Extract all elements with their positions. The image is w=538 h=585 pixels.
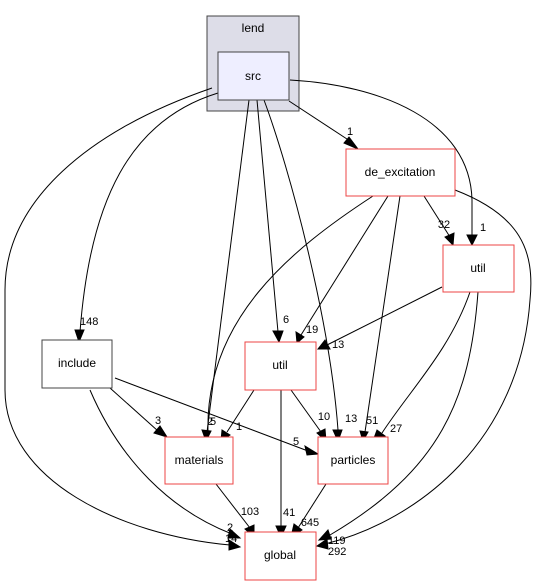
node-materials-label: materials (175, 453, 224, 467)
edge-label: 292 (328, 546, 346, 558)
node-de_excitation[interactable]: de_excitation (345, 148, 456, 197)
arrow-head (304, 444, 320, 456)
edge-label: 1 (480, 222, 486, 234)
edge-label: 10 (318, 411, 330, 423)
edge-label: 6 (283, 314, 289, 326)
arrow-head (295, 331, 305, 345)
edge-de_excitation-util_top[interactable]: 32 (423, 195, 455, 247)
edge-label: 19 (306, 324, 318, 336)
edge-label: 27 (390, 423, 402, 435)
arrow-head (272, 330, 284, 344)
edge-src-materials[interactable]: 2 (201, 99, 250, 443)
edge-label: 645 (301, 517, 319, 529)
edge-label: 148 (80, 316, 98, 328)
edge-label: 5 (210, 416, 216, 428)
edge-util_mid-materials[interactable]: 1 (220, 389, 255, 442)
edge-label: 3 (155, 415, 161, 427)
edge-include-materials[interactable]: 3 (109, 387, 169, 438)
node-util-top-label: util (470, 261, 485, 275)
dependency-graph: lend 1 1 148 6 2 13 14 32 19 5 51 292 13… (4, 15, 532, 581)
edge-src-include[interactable]: 148 (74, 92, 219, 344)
edge-util_mid-global[interactable]: 41 (275, 390, 295, 539)
edge-src-de_excitation[interactable]: 1 (288, 100, 360, 151)
edge-util_top-global[interactable]: 119 (317, 291, 479, 547)
node-particles[interactable]: particles (317, 436, 389, 485)
edge-materials-global[interactable]: 103 (215, 483, 259, 539)
node-de_excitation-label: de_excitation (365, 165, 436, 179)
node-global-label: global (264, 548, 296, 562)
node-materials[interactable]: materials (164, 436, 234, 485)
node-src-label: src (245, 69, 261, 83)
node-global[interactable]: global (244, 531, 317, 581)
node-util-mid[interactable]: util (244, 341, 317, 391)
node-include[interactable]: include (41, 339, 113, 389)
edge-label: 119 (328, 535, 346, 547)
edge-label: 1 (236, 421, 242, 433)
node-include-label: include (58, 356, 96, 370)
node-util-mid-label: util (272, 358, 287, 372)
edge-label: 103 (241, 506, 259, 518)
edge-util_mid-particles[interactable]: 10 (290, 389, 330, 443)
node-util-top[interactable]: util (442, 244, 515, 293)
cluster-lend-label: lend (242, 21, 265, 35)
arrow-head (466, 234, 478, 247)
arrow-head (153, 425, 169, 438)
edge-src-util_mid[interactable]: 6 (256, 99, 289, 344)
edge-label: 13 (345, 413, 357, 425)
node-particles-label: particles (331, 453, 376, 467)
nodes: src de_excitation util include util mate… (41, 51, 515, 581)
edge-label: 13 (332, 339, 344, 351)
edge-label: 2 (227, 522, 233, 534)
arrow-head (444, 232, 455, 247)
edge-util_top-util_mid[interactable]: 13 (316, 286, 443, 351)
edge-label: 5 (293, 436, 299, 448)
edge-label: 1 (347, 126, 353, 138)
node-src[interactable]: src (217, 51, 290, 101)
edge-label: 51 (366, 415, 378, 427)
edge-particles-global[interactable]: 645 (290, 483, 327, 539)
edge-label: 41 (283, 507, 295, 519)
edge-label: 32 (438, 219, 450, 231)
